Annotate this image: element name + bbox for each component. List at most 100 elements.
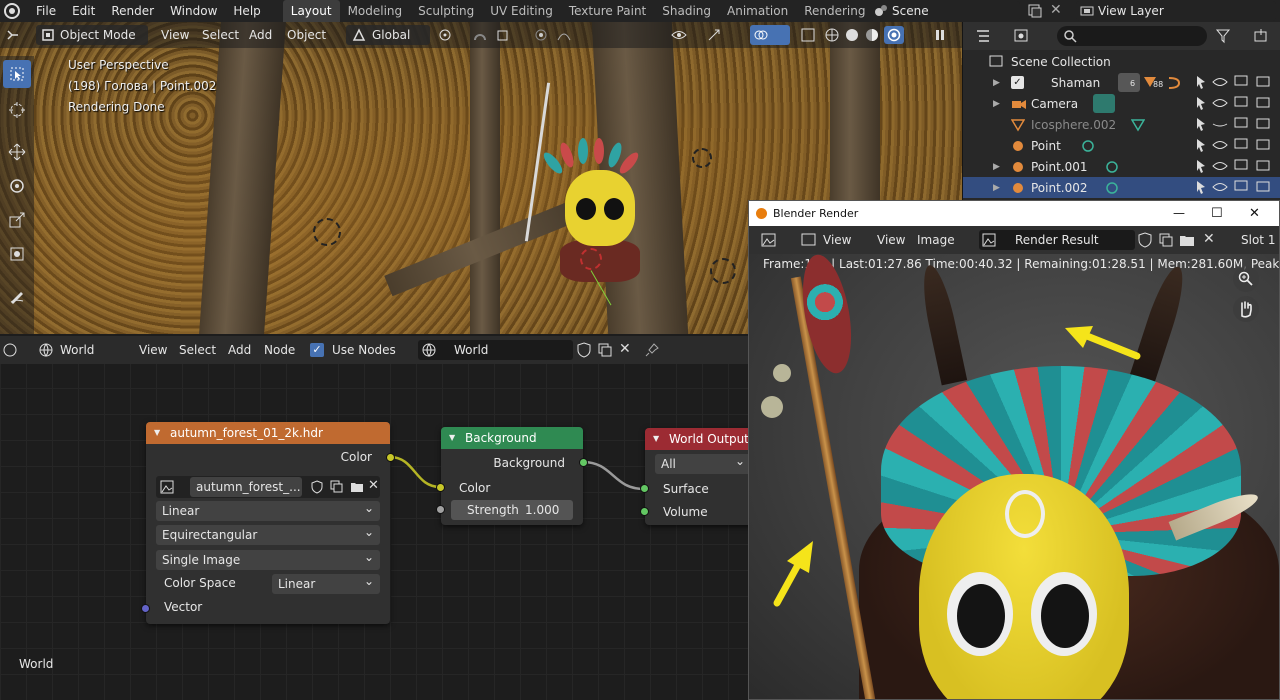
pan-button[interactable] [1233, 296, 1259, 322]
scale-tool[interactable] [3, 206, 31, 234]
environment-texture-node[interactable]: autumn_forest_01_2k.hdr Color autumn_for… [146, 422, 390, 624]
new-scene-icon[interactable] [1027, 3, 1043, 19]
unlink-icon[interactable]: ✕ [368, 478, 379, 493]
transform-orientation-selector[interactable]: Global [346, 25, 430, 45]
strength-field[interactable]: Strength 1.000 [451, 500, 573, 520]
restriction-toggle-icons[interactable] [1191, 72, 1280, 198]
expand-arrow-icon[interactable]: ▶ [993, 78, 1000, 88]
tab-texture-paint[interactable]: Texture Paint [561, 0, 654, 22]
view-mode-selector[interactable]: View [797, 230, 867, 250]
menu-image[interactable]: Image [913, 230, 959, 250]
display-mode-icon[interactable] [1013, 28, 1043, 44]
zoom-button[interactable] [1233, 266, 1259, 292]
close-scene-icon[interactable]: ✕ [1050, 2, 1062, 18]
proportional-edit-icon[interactable] [534, 28, 550, 42]
image-datablock-field[interactable]: Render Result [979, 230, 1135, 250]
world-output-node[interactable]: World Output All Surface Volume [645, 428, 748, 525]
light-gizmo[interactable] [692, 148, 712, 168]
image-name-field[interactable]: autumn_forest_... [190, 477, 302, 497]
node-header[interactable]: World Output [645, 428, 748, 450]
interpolation-dropdown[interactable]: Linear [156, 498, 380, 521]
blender-logo-icon[interactable] [4, 3, 20, 19]
checkbox-icon[interactable]: ✓ [1011, 76, 1024, 89]
shading-rendered-button[interactable] [884, 26, 904, 44]
xray-icon[interactable] [800, 27, 816, 43]
new-collection-icon[interactable] [1253, 28, 1269, 44]
menu-view[interactable]: View [157, 25, 193, 45]
editor-type-outliner-icon[interactable] [975, 28, 1001, 44]
visibility-icon[interactable] [670, 27, 704, 43]
tab-uv-editing[interactable]: UV Editing [482, 0, 561, 22]
menu-view[interactable]: View [873, 230, 909, 250]
bg-strength-input-socket[interactable] [436, 505, 445, 514]
background-node[interactable]: Background Background Color Strength 1.0… [441, 427, 583, 525]
shading-material-icon[interactable] [864, 27, 880, 43]
light-gizmo[interactable] [313, 218, 341, 246]
cursor-tool[interactable] [3, 96, 31, 124]
snap-target-icon[interactable] [496, 28, 526, 42]
unlink-icon[interactable]: ✕ [1203, 231, 1215, 247]
snap-icon[interactable] [472, 28, 492, 42]
bg-color-input-socket[interactable] [436, 483, 445, 492]
menu-object[interactable]: Object [283, 25, 330, 45]
open-folder-icon[interactable] [350, 480, 364, 494]
render-window[interactable]: Blender Render — ☐ ✕ View View Image Ren… [748, 200, 1280, 700]
menu-window[interactable]: Window [162, 0, 225, 22]
expand-arrow-icon[interactable]: ▶ [993, 99, 1000, 109]
projection-dropdown[interactable]: Equirectangular [156, 522, 380, 545]
shading-solid-icon[interactable] [844, 27, 860, 43]
color-space-dropdown[interactable]: Linear [272, 571, 380, 594]
duplicate-icon[interactable] [1158, 232, 1174, 248]
tab-shading[interactable]: Shading [654, 0, 719, 22]
tab-modeling[interactable]: Modeling [340, 0, 411, 22]
mode-selector[interactable]: Object Mode [36, 25, 148, 45]
surface-input-socket[interactable] [640, 484, 649, 493]
select-box-tool[interactable] [3, 60, 31, 88]
fake-user-shield-icon[interactable] [310, 480, 324, 494]
filter-icon[interactable] [1215, 28, 1243, 44]
menu-help[interactable]: Help [225, 0, 268, 22]
transform-tool[interactable] [3, 240, 31, 268]
pause-render-icon[interactable] [932, 27, 948, 43]
shader-node-editor[interactable]: World View Select Add Node ✓ Use Nodes W… [0, 336, 748, 700]
render-window-titlebar[interactable]: Blender Render — ☐ ✕ [749, 201, 1279, 226]
image-browse-icon[interactable] [160, 480, 186, 494]
outliner-scene-collection[interactable]: Scene Collection [963, 51, 1280, 72]
rotate-tool[interactable] [3, 172, 31, 200]
menu-file[interactable]: File [28, 0, 64, 22]
editor-type-image-icon[interactable] [761, 232, 789, 248]
tab-rendering[interactable]: Rendering [796, 0, 873, 22]
light-gizmo[interactable] [710, 258, 736, 284]
tab-sculpting[interactable]: Sculpting [410, 0, 482, 22]
bg-output-socket[interactable] [579, 458, 588, 467]
scene-selector[interactable]: Scene [870, 1, 1020, 21]
node-header[interactable]: autumn_forest_01_2k.hdr [146, 422, 390, 444]
source-dropdown[interactable]: Single Image [156, 547, 380, 570]
fake-user-shield-icon[interactable] [1137, 232, 1153, 248]
view-layer-selector[interactable]: View Layer [1076, 1, 1276, 21]
annotate-tool[interactable] [3, 282, 31, 310]
shading-wireframe-icon[interactable] [824, 27, 840, 43]
slot-selector[interactable]: Slot 1 [1237, 230, 1279, 250]
editor-type-3d-icon[interactable] [4, 27, 30, 43]
env-color-output-socket[interactable] [386, 453, 395, 462]
selected-light-gizmo[interactable] [580, 248, 602, 270]
pivot-point-icon[interactable] [438, 28, 468, 42]
falloff-icon[interactable] [556, 28, 580, 42]
node-header[interactable]: Background [441, 427, 583, 449]
menu-add[interactable]: Add [245, 25, 276, 45]
overlays-toggle[interactable] [750, 25, 790, 45]
menu-render[interactable]: Render [103, 0, 162, 22]
menu-edit[interactable]: Edit [64, 0, 103, 22]
open-folder-icon[interactable] [1179, 232, 1195, 248]
expand-arrow-icon[interactable]: ▶ [993, 183, 1000, 193]
volume-input-socket[interactable] [640, 507, 649, 516]
tab-layout[interactable]: Layout [282, 0, 340, 22]
duplicate-icon[interactable] [330, 480, 344, 494]
close-window-icon[interactable]: ✕ [1249, 201, 1260, 226]
gizmo-toggle-icon[interactable] [706, 27, 740, 43]
image-datablock-field[interactable]: autumn_forest_... ✕ [156, 476, 380, 498]
tab-animation[interactable]: Animation [719, 0, 796, 22]
env-vector-input-socket[interactable] [141, 604, 150, 613]
outliner-search-input[interactable] [1057, 26, 1207, 46]
